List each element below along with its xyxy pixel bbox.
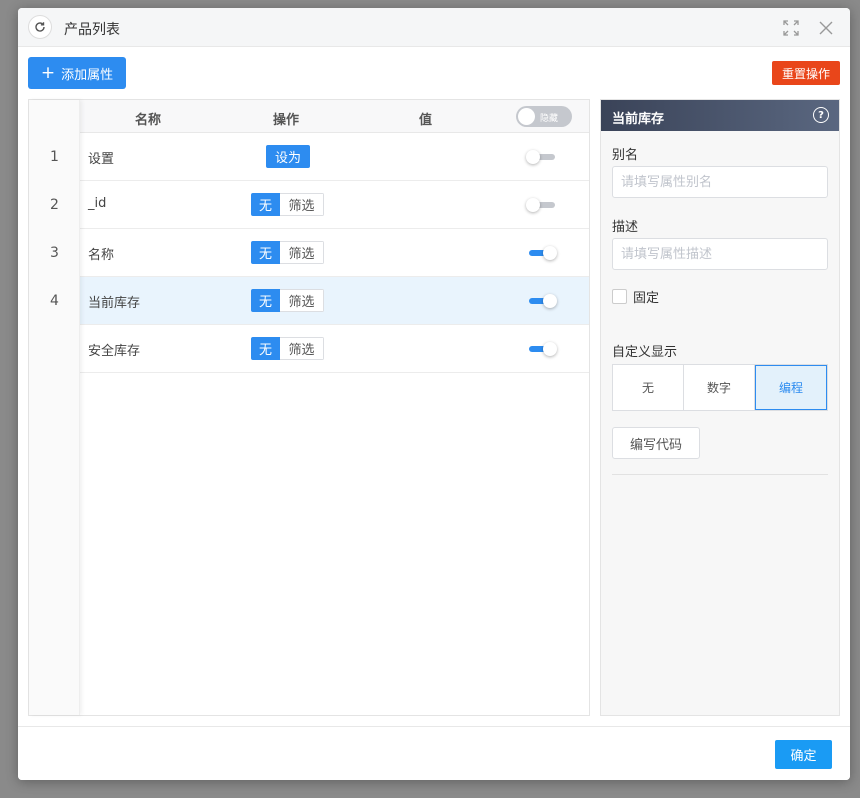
filter-segment: 无 筛选 (251, 289, 324, 312)
table-row[interactable]: 安全库存 无 筛选 (29, 325, 589, 373)
alias-label: 别名 (612, 148, 639, 163)
property-dialog: 产品列表 + 添加属性 重置操作 名称 操作 值 隐藏 1 设置 设为 2 _i… (18, 8, 850, 780)
fixed-checkbox[interactable]: 固定 (612, 287, 659, 306)
visibility-switch[interactable] (526, 150, 555, 164)
desc-label: 描述 (612, 220, 639, 235)
row-name: 当前库存 (88, 296, 141, 311)
property-table: 名称 操作 值 隐藏 1 设置 设为 2 _id 无 筛选 3 名称 无 筛选 … (28, 99, 590, 716)
segment-none[interactable]: 无 (251, 289, 280, 312)
header-name: 名称 (135, 113, 162, 128)
row-name: _id (88, 196, 107, 211)
table-row-selected[interactable]: 4 当前库存 无 筛选 (29, 277, 589, 325)
segment-filter[interactable]: 筛选 (280, 289, 324, 312)
segment-filter[interactable]: 筛选 (280, 241, 324, 264)
display-option-none[interactable]: 无 (613, 365, 684, 410)
visibility-switch[interactable] (526, 198, 555, 212)
display-option-number[interactable]: 数字 (684, 365, 755, 410)
segment-none[interactable]: 无 (251, 337, 280, 360)
display-label: 自定义显示 (612, 345, 678, 360)
visibility-switch[interactable] (526, 294, 557, 308)
segment-none[interactable]: 无 (251, 241, 280, 264)
row-name: 名称 (88, 248, 115, 263)
fullscreen-icon[interactable] (781, 18, 801, 38)
dialog-header: 产品列表 (18, 8, 850, 47)
add-property-button[interactable]: + 添加属性 (28, 57, 126, 89)
filter-segment: 无 筛选 (251, 337, 324, 360)
header-value: 值 (419, 113, 433, 128)
dialog-title: 产品列表 (64, 22, 120, 38)
table-row[interactable]: 2 _id 无 筛选 (29, 181, 589, 229)
display-option-code[interactable]: 编程 (755, 365, 827, 410)
table-header: 名称 操作 值 隐藏 (29, 100, 589, 133)
row-index: 4 (50, 293, 59, 309)
add-property-label: 添加属性 (61, 67, 114, 83)
table-row[interactable]: 3 名称 无 筛选 (29, 229, 589, 277)
plus-icon: + (40, 62, 56, 83)
table-row[interactable]: 1 设置 设为 (29, 133, 589, 181)
help-icon[interactable]: ? (813, 107, 829, 123)
visibility-switch[interactable] (526, 246, 557, 260)
segment-filter[interactable]: 筛选 (280, 337, 324, 360)
refresh-icon[interactable] (28, 15, 52, 39)
alias-input[interactable] (612, 166, 828, 198)
segment-none[interactable]: 无 (251, 193, 280, 216)
close-icon[interactable] (816, 18, 836, 38)
visibility-switch[interactable] (526, 342, 557, 356)
row-name: 设置 (88, 152, 115, 167)
panel-header: 当前库存 ? (601, 100, 839, 131)
property-panel: 当前库存 ? 别名 描述 固定 自定义显示 无 数字 编程 编写代码 (600, 99, 840, 716)
row-index: 1 (50, 149, 59, 165)
header-action: 操作 (273, 113, 300, 128)
row-name: 安全库存 (88, 344, 141, 359)
ok-button[interactable]: 确定 (775, 740, 832, 769)
row-index: 2 (50, 197, 59, 213)
panel-title: 当前库存 (612, 112, 665, 127)
checkbox-box[interactable] (612, 289, 627, 304)
desc-input[interactable] (612, 238, 828, 270)
row-index: 3 (50, 245, 59, 261)
set-button[interactable]: 设为 (266, 145, 310, 168)
reset-button[interactable]: 重置操作 (772, 61, 840, 85)
segment-filter[interactable]: 筛选 (280, 193, 324, 216)
toggle-label: 隐藏 (540, 114, 559, 124)
write-code-button[interactable]: 编写代码 (612, 427, 700, 459)
filter-segment: 无 筛选 (251, 193, 324, 216)
filter-segment: 无 筛选 (251, 241, 324, 264)
divider (612, 474, 828, 475)
display-options: 无 数字 编程 (612, 364, 828, 411)
hide-all-toggle[interactable]: 隐藏 (516, 106, 572, 127)
toggle-knob (518, 108, 535, 125)
dialog-footer: 确定 (18, 726, 850, 780)
fixed-label: 固定 (633, 291, 660, 306)
